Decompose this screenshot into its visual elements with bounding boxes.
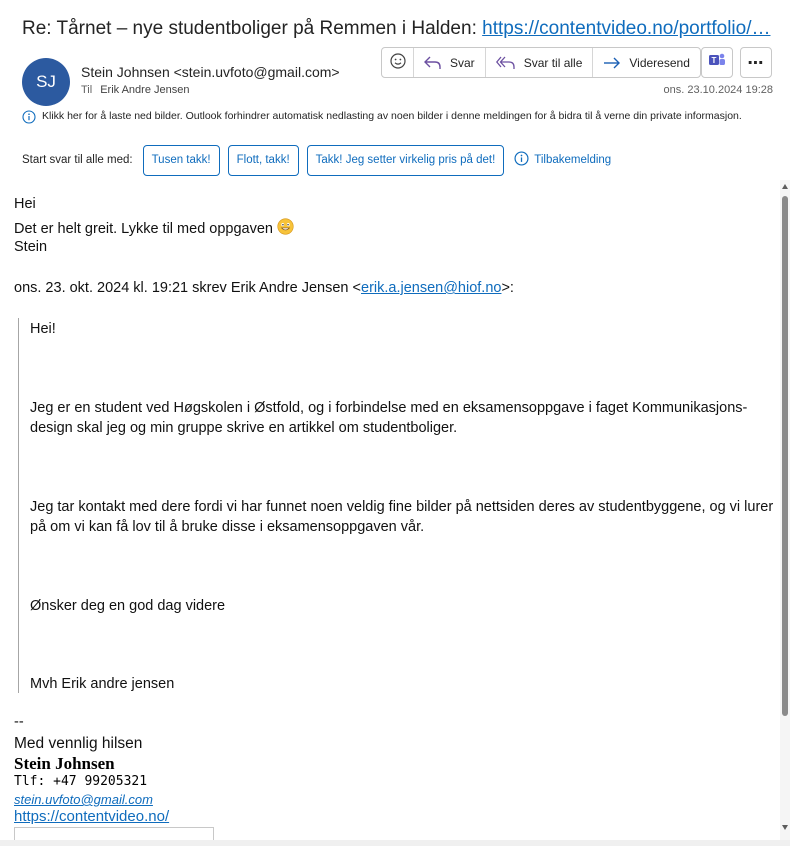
quoted-paragraph: Mvh Erik andre jensen <box>30 676 175 692</box>
suggested-replies-label: Start svar til alle med: <box>22 154 133 166</box>
quoted-paragraph: Hei! <box>30 321 56 337</box>
body-greeting: Hei <box>14 196 36 212</box>
forward-arrow-icon <box>603 56 621 70</box>
reply-all-label: Svar til alle <box>523 55 583 70</box>
forward-button[interactable]: Videresend <box>593 48 700 77</box>
more-icon: ⋯ <box>747 54 765 72</box>
smiley-icon <box>389 53 406 72</box>
signature-name: Stein Johnsen <box>14 754 115 773</box>
signature-website-link[interactable]: https://contentvideo.no/ <box>14 808 169 825</box>
signature-separator: -- <box>14 714 24 730</box>
quote-header: ons. 23. okt. 2024 kl. 19:21 skrev Erik … <box>14 280 514 296</box>
suggested-replies: Start svar til alle med: Tusen takk! Flo… <box>22 144 611 176</box>
message-timestamp: ons. 23.10.2024 19:28 <box>663 84 773 96</box>
suggested-reply-button[interactable]: Tusen takk! <box>142 144 220 176</box>
info-icon <box>514 151 529 169</box>
reaction-button[interactable] <box>382 48 414 77</box>
quote-header-text: ons. 23. okt. 2024 kl. 19:21 skrev Erik … <box>14 280 361 296</box>
signature-email-link[interactable]: stein.uvfoto@gmail.com <box>14 792 153 807</box>
subject-text: Re: Tårnet – nye studentboliger på Remme… <box>22 18 483 39</box>
suggested-reply-button[interactable]: Takk! Jeg setter virkelig pris på det! <box>306 144 505 176</box>
email-subject: Re: Tårnet – nye studentboliger på Remme… <box>22 18 782 44</box>
feedback-label: Tilbakemelding <box>534 154 612 166</box>
scroll-thumb[interactable] <box>782 196 788 716</box>
grinning-emoji-icon <box>277 218 294 239</box>
teams-share-button[interactable]: T <box>701 47 733 78</box>
forward-label: Videresend <box>629 55 690 70</box>
signature-greeting: Med vennlig hilsen <box>14 735 143 752</box>
quoted-paragraph: Jeg tar kontakt med dere fordi vi har fu… <box>30 499 774 535</box>
status-strip <box>0 840 790 846</box>
more-options-button[interactable]: ⋯ <box>740 47 772 78</box>
quoted-paragraph: Jeg er en student ved Høgskolen i Østfol… <box>30 400 748 436</box>
scroll-down-arrow-icon[interactable] <box>782 825 788 830</box>
quote-divider <box>18 318 19 693</box>
info-icon <box>22 110 38 128</box>
body-text: Det er helt greit. Lykke til med oppgave… <box>14 218 294 239</box>
notice-text: Klikk her for å laste ned bilder. Outloo… <box>42 110 742 122</box>
avatar[interactable]: SJ <box>22 58 70 106</box>
blocked-images-notice[interactable]: Klikk her for å laste ned bilder. Outloo… <box>22 110 772 128</box>
sender-name[interactable]: Stein Johnsen <stein.uvfoto@gmail.com> <box>81 64 340 80</box>
svg-text:T: T <box>712 56 717 65</box>
message-body: Hei Det er helt greit. Lykke til med opp… <box>0 180 780 840</box>
recipient-line: Til Erik Andre Jensen <box>81 84 189 96</box>
reply-all-icon <box>495 56 516 70</box>
message-actions: Svar Svar til alle Videresend <box>381 47 701 78</box>
quoted-sender-email-link[interactable]: erik.a.jensen@hiof.no <box>361 280 501 296</box>
teams-icon: T <box>708 51 726 74</box>
signature-phone: Tlf: +47 99205321 <box>14 774 148 789</box>
to-label: Til <box>81 84 93 96</box>
scroll-up-arrow-icon[interactable] <box>782 184 788 189</box>
body-signoff: Stein <box>14 239 48 255</box>
body-text-content: Det er helt greit. Lykke til med oppgave… <box>14 221 273 237</box>
quoted-paragraph: Ønsker deg en god dag videre <box>30 598 226 614</box>
reply-button[interactable]: Svar <box>414 48 486 77</box>
reply-all-button[interactable]: Svar til alle <box>486 48 594 77</box>
suggested-reply-button[interactable]: Flott, takk! <box>227 144 299 176</box>
avatar-initials: SJ <box>36 72 56 91</box>
signature-image-placeholder <box>14 827 214 840</box>
reply-label: Svar <box>450 55 475 70</box>
feedback-link[interactable]: Tilbakemelding <box>514 151 611 169</box>
quote-header-suffix: >: <box>501 280 514 296</box>
reply-icon <box>424 56 442 70</box>
recipient-name[interactable]: Erik Andre Jensen <box>100 84 189 96</box>
message-scrollbar[interactable] <box>780 180 790 840</box>
subject-link[interactable]: https://contentvideo.no/portfolio/… <box>482 18 770 39</box>
